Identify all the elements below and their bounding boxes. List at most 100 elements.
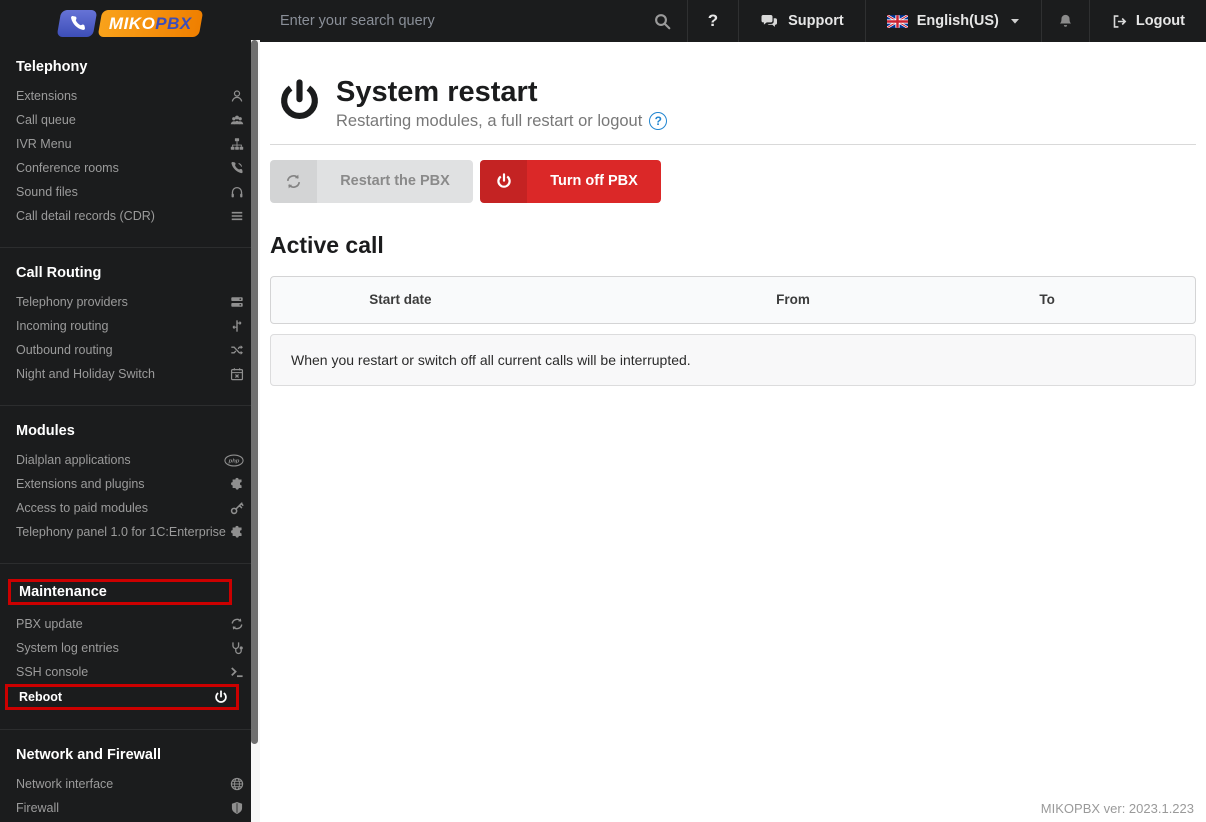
sidebar-section-maintenance: Maintenance PBX update System log entries S… [0, 563, 260, 729]
sidebar-item-label: Telephony panel 1.0 for 1C:Enterprise [16, 525, 226, 539]
column-header-start-date: Start date [369, 292, 432, 308]
bell-icon [1058, 13, 1073, 29]
sidebar-item-label: Sound files [16, 185, 78, 199]
sidebar-item-label: Reboot [19, 690, 63, 704]
sidebar-item-label: PBX update [16, 617, 83, 631]
sidebar-item-label: SSH console [16, 665, 89, 679]
comments-icon [760, 14, 779, 29]
topbar: ? Support English(US) Logout [260, 0, 1206, 42]
sidebar-item-sound-files[interactable]: Sound files [0, 180, 260, 204]
sidebar-scrollbar[interactable] [251, 40, 260, 822]
globe-icon [230, 777, 244, 791]
notifications-button[interactable] [1040, 0, 1089, 42]
actions-row: Restart the PBX Turn off PBX [270, 159, 1196, 203]
section-title-modules: Modules [16, 423, 75, 439]
user-icon [230, 89, 244, 103]
sidebar-item-label: Incoming routing [16, 319, 109, 333]
sidebar-item-label: Conference rooms [16, 161, 119, 175]
sidebar-item-firewall[interactable]: Firewall [0, 796, 260, 820]
main-content: System restart Restarting modules, a ful… [260, 42, 1206, 822]
sidebar-item-conference-rooms[interactable]: Conference rooms [0, 156, 260, 180]
sidebar-item-ivr-menu[interactable]: IVR Menu [0, 132, 260, 156]
sidebar-menu: Telephony Extensions Call queue IVR Menu Con… [0, 40, 260, 822]
svg-text:php: php [228, 458, 240, 464]
restart-warning-message: When you restart or switch off all curre… [270, 333, 1196, 386]
sync-icon [230, 617, 244, 631]
restart-pbx-button[interactable]: Restart the PBX [270, 159, 473, 203]
page-subtitle: Restarting modules, a full restart or lo… [336, 112, 668, 131]
sidebar-item-extensions-and-plugins[interactable]: Extensions and plugins [0, 472, 260, 496]
sidebar-item-telephony-providers[interactable]: Telephony providers [0, 290, 260, 314]
sidebar-section-telephony: Telephony Extensions Call queue IVR Menu Con… [0, 42, 260, 247]
search-input[interactable] [278, 12, 644, 30]
route-in-icon [230, 319, 244, 333]
sitemap-icon [230, 137, 244, 151]
page-title: System restart [336, 76, 538, 108]
list-icon [230, 209, 244, 223]
brand-miko: MIKO [109, 13, 156, 32]
sidebar-item-pbx-update[interactable]: PBX update [0, 612, 260, 636]
sidebar-item-reboot[interactable]: Reboot [5, 684, 239, 710]
calendar-times-icon [230, 367, 244, 381]
sidebar-item-label: Extensions [16, 89, 78, 103]
search-area [260, 0, 687, 42]
sidebar-item-label: Dialplan applications [16, 453, 131, 467]
search-icon[interactable] [654, 13, 671, 30]
sidebar-item-label: Extensions and plugins [16, 477, 145, 491]
question-circle-icon[interactable]: ? [649, 112, 668, 131]
brand-pbx: PBX [155, 13, 192, 32]
logout-button[interactable]: Logout [1088, 0, 1206, 42]
sidebar-item-label: Night and Holiday Switch [16, 367, 155, 381]
server-icon [230, 295, 244, 309]
key-icon [230, 501, 244, 515]
sidebar-item-incoming-routing[interactable]: Incoming routing [0, 314, 260, 338]
caret-down-icon [1010, 16, 1020, 26]
stethoscope-icon [230, 641, 244, 655]
turn-off-pbx-button[interactable]: Turn off PBX [480, 159, 661, 203]
section-title-telephony: Telephony [16, 59, 88, 75]
sidebar-item-label: Firewall [16, 801, 60, 815]
scrollbar-thumb[interactable] [251, 40, 258, 744]
sidebar-item-call-queue[interactable]: Call queue [0, 108, 260, 132]
sidebar-item-ssh-console[interactable]: SSH console [0, 660, 260, 684]
puzzle-icon [230, 525, 244, 539]
active-call-heading: Active call [270, 231, 384, 258]
language-select[interactable]: English(US) [864, 0, 1041, 42]
shield-icon [230, 801, 244, 815]
puzzle-icon [230, 477, 244, 491]
column-header-from: From [776, 292, 810, 308]
phone-logo-icon [56, 9, 98, 37]
support-button[interactable]: Support [738, 0, 865, 42]
sidebar-item-label: Call detail records (CDR) [16, 209, 155, 223]
sidebar-item-extensions[interactable]: Extensions [0, 84, 260, 108]
section-title-maintenance: Maintenance [8, 579, 232, 605]
section-title-network-and-firewall: Network and Firewall [16, 747, 162, 763]
sidebar-item-night-and-holiday-switch[interactable]: Night and Holiday Switch [0, 362, 260, 386]
version-label: MIKOPBX ver: 2023.1.223 [1040, 801, 1194, 816]
sidebar-item-label: Access to paid modules [16, 501, 149, 515]
sidebar-item-outbound-routing[interactable]: Outbound routing [0, 338, 260, 362]
users-icon [230, 113, 244, 127]
sidebar-item-dialplan-applications[interactable]: Dialplan applications php [0, 448, 260, 472]
sidebar-item-label: Network interface [16, 777, 114, 791]
php-icon: php [224, 454, 244, 467]
sidebar-item-telephony-panel-1-0-for-1c-enterprise[interactable]: Telephony panel 1.0 for 1C:Enterprise [0, 520, 260, 544]
sidebar-item-label: Outbound routing [16, 343, 113, 357]
sidebar-item-system-log-entries[interactable]: System log entries [0, 636, 260, 660]
phone-volume-icon [230, 161, 244, 175]
page-header: System restart Restarting modules, a ful… [270, 42, 1196, 145]
help-button[interactable]: ? [686, 0, 738, 42]
sidebar-item-label: System log entries [16, 641, 119, 655]
sidebar-item-call-detail-records-cdr[interactable]: Call detail records (CDR) [0, 204, 260, 228]
sidebar-section-modules: Modules Dialplan applications php Extension… [0, 405, 260, 563]
app-logo[interactable]: MIKOPBX [0, 0, 260, 40]
sidebar-item-label: IVR Menu [16, 137, 72, 151]
sidebar-section-call-routing: Call Routing Telephony providers Incoming … [0, 247, 260, 405]
sidebar-item-access-to-paid-modules[interactable]: Access to paid modules [0, 496, 260, 520]
uk-flag-icon [886, 14, 908, 28]
active-calls-table-header: Start date From To [270, 275, 1196, 324]
sidebar-item-network-interface[interactable]: Network interface [0, 772, 260, 796]
sidebar-section-network-and-firewall: Network and Firewall Network interface Fir… [0, 729, 260, 822]
terminal-icon [230, 665, 244, 679]
sync-icon [270, 159, 317, 203]
